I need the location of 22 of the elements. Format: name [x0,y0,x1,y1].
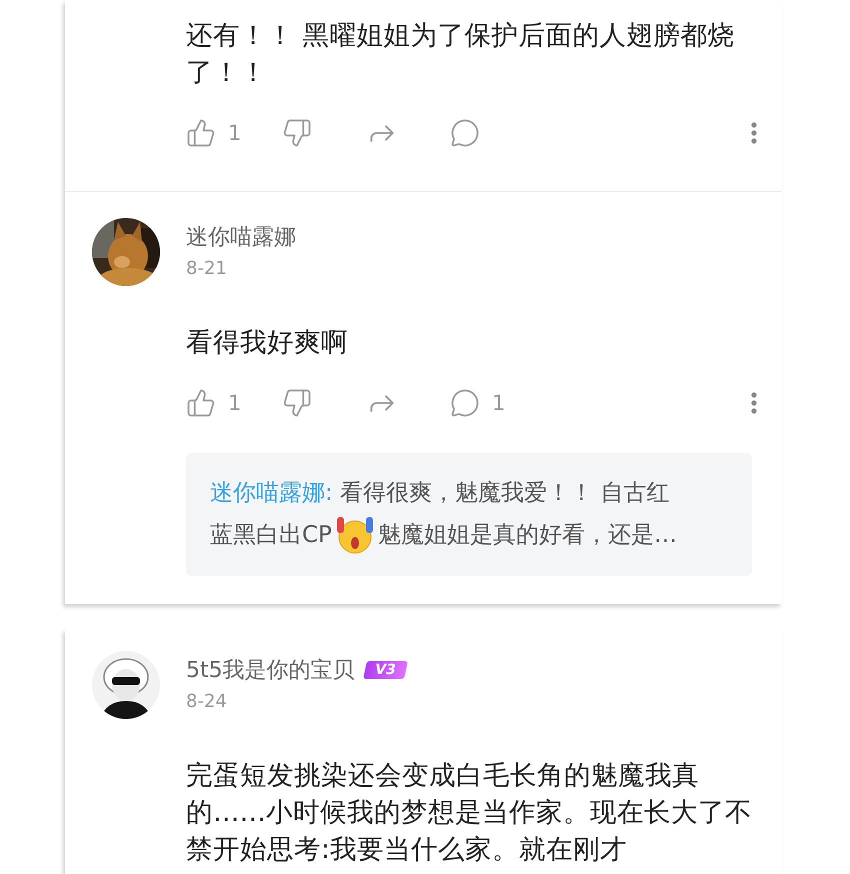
more-icon [751,122,757,144]
username[interactable]: 5t5我是你的宝贝 [186,655,355,685]
comment-date: 8-24 [186,691,228,712]
speech-bubble-icon [450,118,480,148]
reply-preview[interactable]: 迷你喵露娜: 看得很爽，魅魔我爱！！ 自古红 蓝黑白出CP 魅魔姐姐是真的好看，还是… [186,453,752,576]
thumbs-down-icon [282,388,312,418]
comment-text: 完蛋短发挑染还会变成白毛长角的魅魔我真的……小时候我的梦想是当作家。现在长大了不禁开始思考:我要当什么家。就在刚才 [186,759,752,867]
level-badge: V3 [362,661,408,679]
more-button[interactable] [751,122,757,144]
thumbs-down-icon [282,118,312,148]
comment-date: 8-21 [186,258,228,279]
comment-text: 看得我好爽啊 [186,326,349,360]
comment-text: 还有！！ 黑曜姐姐为了保护后面的人翅膀都烧了！！ [186,19,736,90]
thumbs-up-icon [186,388,216,418]
reply-text: 蓝黑白出CP [210,521,332,550]
reply-text: 魅魔姐姐是真的好看，还是… [378,521,677,550]
reply-text: 迷你喵露娜: 看得很爽，魅魔我爱！！ 自古红 [210,479,670,508]
username[interactable]: 迷你喵露娜 [186,222,296,252]
speech-bubble-icon [450,388,480,418]
thumbs-up-icon [186,118,216,148]
more-icon [751,392,757,414]
more-button[interactable] [751,392,757,414]
